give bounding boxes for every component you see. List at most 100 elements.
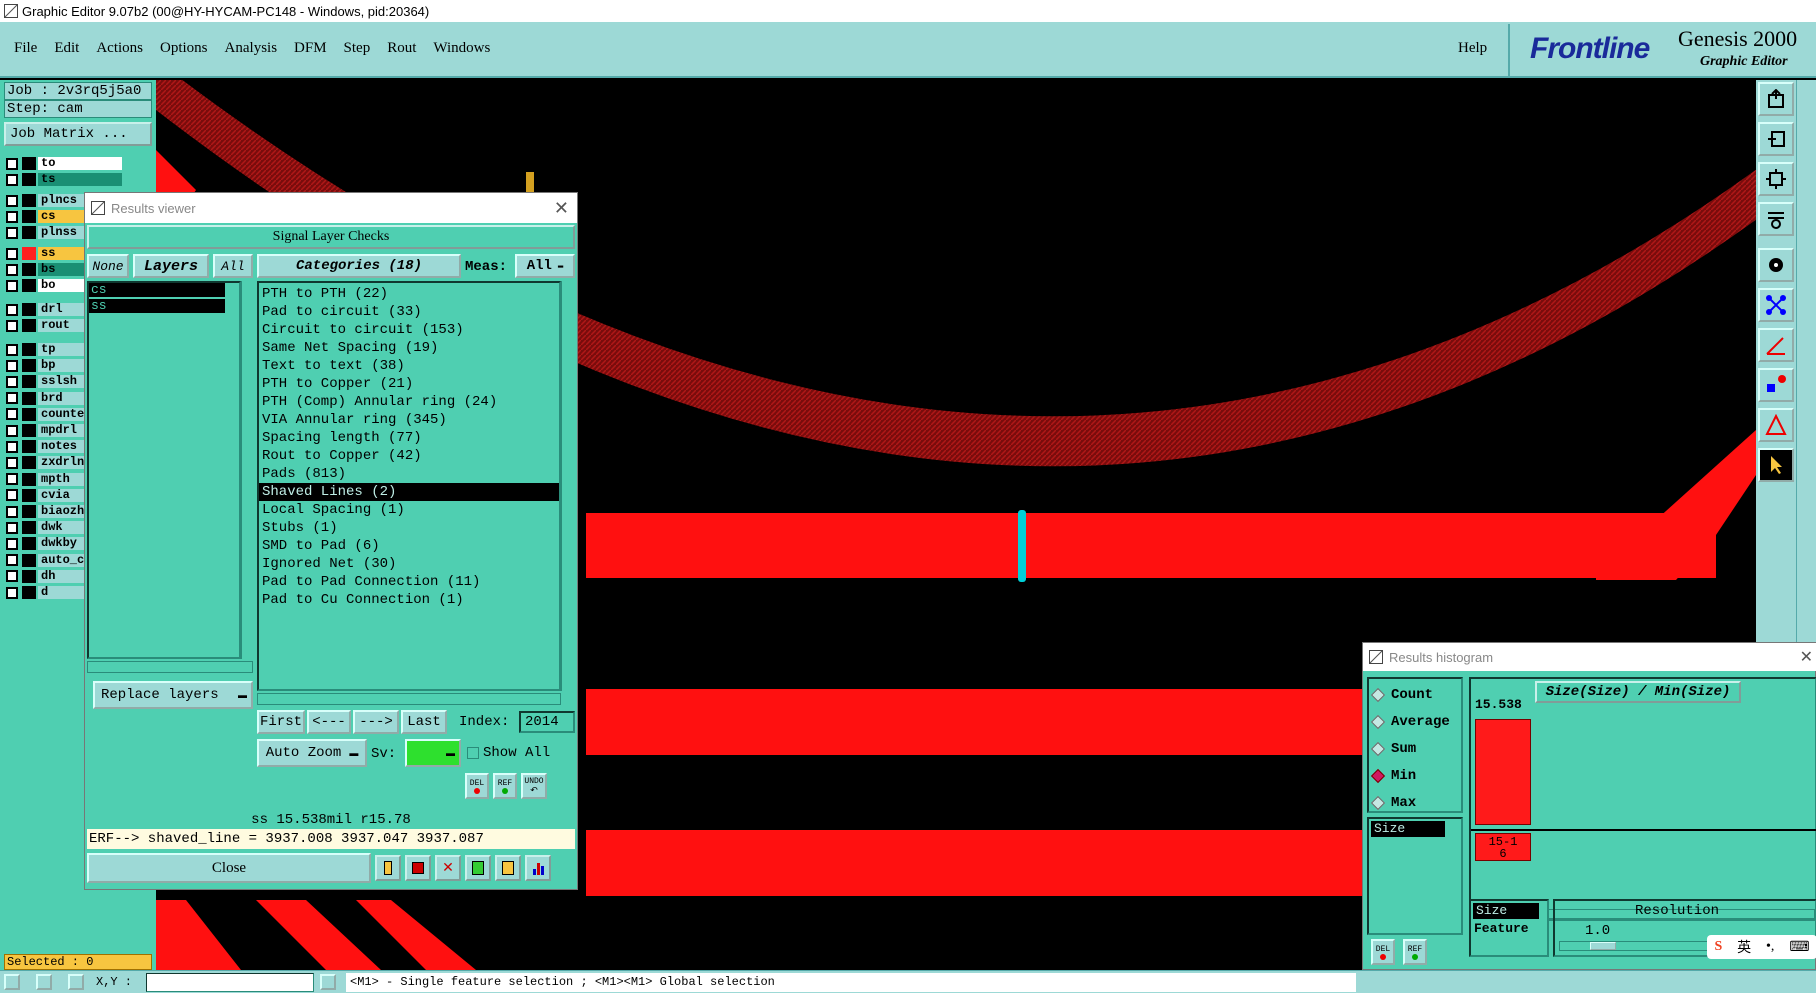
category-item[interactable]: VIA Annular ring (345) <box>259 411 559 429</box>
menu-dfm[interactable]: DFM <box>294 40 327 57</box>
option-min[interactable]: Min <box>1369 762 1461 789</box>
menu-windows[interactable]: Windows <box>433 40 490 57</box>
menu-options[interactable]: Options <box>160 40 208 57</box>
categories-scrollbar[interactable] <box>561 281 575 691</box>
triangle-icon[interactable] <box>1758 408 1794 442</box>
del-button[interactable]: DEL <box>465 773 489 799</box>
axis-item-feature[interactable]: Feature <box>1471 921 1547 937</box>
layer-checkbox[interactable] <box>6 226 18 239</box>
layer-checkbox[interactable] <box>6 554 18 567</box>
layer-checkbox[interactable] <box>6 157 18 170</box>
category-item[interactable]: Text to text (38) <box>259 357 559 375</box>
layer-color-swatch[interactable] <box>22 303 36 316</box>
show-all-checkbox[interactable] <box>467 747 479 759</box>
menu-help[interactable]: Help <box>1458 40 1487 57</box>
status-icon-3[interactable] <box>68 974 84 990</box>
category-item[interactable]: Ignored Net (30) <box>259 555 559 573</box>
layer-color-swatch[interactable] <box>22 553 36 567</box>
option-average[interactable]: Average <box>1369 708 1461 735</box>
snap-icon[interactable] <box>1758 122 1794 156</box>
option-max[interactable]: Max <box>1369 789 1461 816</box>
index-input[interactable]: 2014 <box>519 711 575 733</box>
report-icon[interactable] <box>405 855 431 881</box>
notes-icon[interactable] <box>495 855 521 881</box>
layer-checkbox[interactable] <box>6 263 18 276</box>
next-button[interactable]: ---> <box>353 710 399 734</box>
layer-color-swatch[interactable] <box>22 505 36 518</box>
category-item[interactable]: Stubs (1) <box>259 519 559 537</box>
layer-color-swatch[interactable] <box>22 521 36 535</box>
all-layers-button[interactable]: All <box>213 254 253 278</box>
layer-checkbox[interactable] <box>6 319 18 332</box>
category-item[interactable]: PTH to PTH (22) <box>259 285 559 303</box>
layer-checkbox[interactable] <box>6 194 18 207</box>
auto-zoom-dropdown[interactable]: Auto Zoom ▬ <box>257 739 367 767</box>
layer-row-ts[interactable]: ts <box>6 172 122 187</box>
category-item[interactable]: Pads (813) <box>259 465 559 483</box>
layer-checkbox[interactable] <box>6 521 18 534</box>
layer-color-swatch[interactable] <box>22 375 36 389</box>
status-icon-4[interactable] <box>320 974 336 990</box>
close-icon[interactable]: ✕ <box>1800 647 1813 667</box>
xy-input[interactable] <box>146 973 314 992</box>
layer-checkbox[interactable] <box>6 375 18 388</box>
histogram-icon[interactable] <box>525 855 551 881</box>
job-matrix-button[interactable]: Job Matrix ... <box>4 122 152 146</box>
zoom-fit-icon[interactable] <box>1758 162 1794 196</box>
layer-color-swatch[interactable] <box>22 488 36 502</box>
layer-color-swatch[interactable] <box>22 391 36 405</box>
category-item[interactable]: Local Spacing (1) <box>259 501 559 519</box>
pad-icon[interactable] <box>1758 248 1794 282</box>
layer-checkbox[interactable] <box>6 570 18 583</box>
layer-color-swatch[interactable] <box>22 359 36 373</box>
open-icon[interactable] <box>1758 82 1794 116</box>
menu-actions[interactable]: Actions <box>96 40 143 57</box>
close-button[interactable]: Close <box>87 853 371 883</box>
layer-checkbox[interactable] <box>6 392 18 405</box>
layer-checkbox[interactable] <box>6 408 18 421</box>
categories-button[interactable]: Categories (18) <box>257 254 461 278</box>
category-item[interactable]: Same Net Spacing (19) <box>259 339 559 357</box>
layer-result-item[interactable]: ss <box>89 299 225 313</box>
layer-checkbox[interactable] <box>6 343 18 356</box>
layer-color-swatch[interactable] <box>22 194 36 207</box>
hist-ref-button[interactable]: REF <box>1403 939 1427 965</box>
angle-icon[interactable] <box>1758 328 1794 362</box>
layer-row-to[interactable]: to <box>6 156 122 171</box>
histogram-bar[interactable] <box>1475 719 1531 825</box>
category-item[interactable]: Shaved Lines (2) <box>259 483 559 501</box>
category-item[interactable]: Pad to Pad Connection (11) <box>259 573 559 591</box>
select-pointer-icon[interactable] <box>1758 448 1794 482</box>
net-icon[interactable] <box>1758 288 1794 322</box>
axis-item-size[interactable]: Size <box>1473 903 1539 919</box>
hist-del-button[interactable]: DEL <box>1371 939 1395 965</box>
menu-analysis[interactable]: Analysis <box>225 40 278 57</box>
category-item[interactable]: Spacing length (77) <box>259 429 559 447</box>
category-item[interactable]: PTH to Copper (21) <box>259 375 559 393</box>
settings-icon[interactable] <box>1758 202 1794 236</box>
meas-dropdown[interactable]: All ▬ <box>515 254 575 278</box>
layer-result-item[interactable]: cs <box>89 283 225 297</box>
layer-color-swatch[interactable] <box>22 343 36 356</box>
layer-checkbox[interactable] <box>6 303 18 316</box>
none-button[interactable]: None <box>87 254 129 278</box>
ime-toolbar[interactable]: S 英 •, ⌨ <box>1707 935 1816 959</box>
layer-color-swatch[interactable] <box>22 537 36 551</box>
layer-list-scrollbar[interactable] <box>241 281 253 659</box>
category-item[interactable]: Pad to circuit (33) <box>259 303 559 321</box>
category-item[interactable]: Rout to Copper (42) <box>259 447 559 465</box>
menu-step[interactable]: Step <box>344 40 371 57</box>
option-count[interactable]: Count <box>1369 681 1461 708</box>
status-icon-2[interactable] <box>36 974 52 990</box>
layer-checkbox[interactable] <box>6 247 18 260</box>
undo-button[interactable]: UNDO ↶ <box>521 773 547 799</box>
layer-checkbox[interactable] <box>6 537 18 550</box>
categories-hscroll[interactable] <box>257 693 561 705</box>
layer-name[interactable]: ts <box>38 173 122 186</box>
layer-color-swatch[interactable] <box>22 319 36 332</box>
menu-rout[interactable]: Rout <box>387 40 416 57</box>
menu-edit[interactable]: Edit <box>54 40 79 57</box>
slider-thumb[interactable] <box>1590 942 1616 950</box>
close-icon[interactable]: ✕ <box>554 198 569 219</box>
layer-checkbox[interactable] <box>6 489 18 502</box>
